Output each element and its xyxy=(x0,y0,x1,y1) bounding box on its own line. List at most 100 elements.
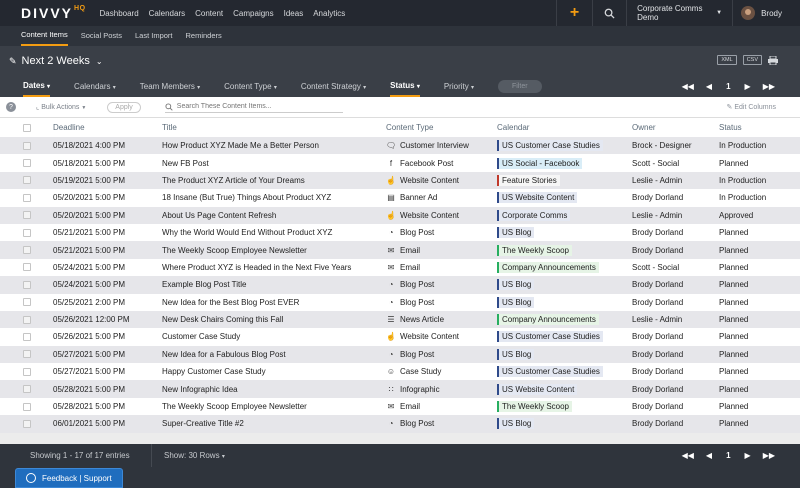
table-row[interactable]: 05/18/2021 5:00 PM New FB Post f Facebook P… xyxy=(0,154,800,172)
nav-ideas[interactable]: Ideas xyxy=(284,9,304,18)
row-title-link[interactable]: New Idea for the Best Blog Post EVER xyxy=(162,298,386,307)
first-page-icon[interactable]: ◀◀ xyxy=(682,82,694,91)
nav-dashboard[interactable]: Dashboard xyxy=(100,9,139,18)
filter-dates[interactable]: Dates ▾ xyxy=(23,76,51,97)
nav-campaigns[interactable]: Campaigns xyxy=(233,9,273,18)
row-checkbox[interactable] xyxy=(23,211,31,220)
row-checkbox[interactable] xyxy=(23,176,31,185)
table-row[interactable]: 05/24/2021 5:00 PM Example Blog Post Titl… xyxy=(0,276,800,294)
row-title-link[interactable]: The Weekly Scoop Employee Newsletter xyxy=(162,246,386,255)
calendar-tag[interactable]: US Blog xyxy=(497,418,535,430)
row-title-link[interactable]: New Idea for a Fabulous Blog Post xyxy=(162,350,386,359)
page-title[interactable]: Next 2 Weeks xyxy=(22,55,90,67)
filter-content-strategy[interactable]: Content Strategy ▾ xyxy=(301,76,366,97)
filter-content-type[interactable]: Content Type ▾ xyxy=(224,76,277,97)
nav-content[interactable]: Content xyxy=(195,9,223,18)
row-checkbox[interactable] xyxy=(23,402,31,411)
search-button[interactable] xyxy=(592,0,626,26)
calendar-tag[interactable]: Feature Stories xyxy=(497,174,560,186)
pencil-icon[interactable]: ✎ xyxy=(9,56,17,67)
calendar-tag[interactable]: US Blog xyxy=(497,279,535,291)
add-button[interactable]: + xyxy=(556,0,592,26)
table-row[interactable]: 05/20/2021 5:00 PM About Us Page Content … xyxy=(0,206,800,224)
row-title-link[interactable]: How Product XYZ Made Me a Better Person xyxy=(162,141,386,150)
divvyhq-logo[interactable]: DIVVY HQ xyxy=(21,5,86,21)
org-switcher[interactable]: Corporate Comms Demo ▼ xyxy=(626,0,732,26)
print-icon[interactable] xyxy=(768,55,778,65)
filter-team-members[interactable]: Team Members ▾ xyxy=(140,76,200,97)
table-row[interactable]: 05/24/2021 5:00 PM Where Product XYZ is H… xyxy=(0,258,800,277)
rows-per-page-dropdown[interactable]: Show: 30 Rows ▾ xyxy=(152,451,225,460)
select-all-checkbox[interactable] xyxy=(23,123,31,132)
row-checkbox[interactable] xyxy=(23,315,31,324)
row-title-link[interactable]: Super-Creative Title #2 xyxy=(162,419,386,428)
row-checkbox[interactable] xyxy=(23,332,31,341)
nav-calendars[interactable]: Calendars xyxy=(149,9,185,18)
search-input[interactable] xyxy=(176,103,337,110)
row-title-link[interactable]: Happy Customer Case Study xyxy=(162,367,386,376)
tab-last-import[interactable]: Last Import xyxy=(135,26,173,46)
filter-button[interactable]: Filter xyxy=(497,80,542,93)
header-calendar[interactable]: Calendar xyxy=(497,123,632,132)
header-deadline[interactable]: Deadline xyxy=(53,123,162,132)
table-row[interactable]: 05/21/2021 5:00 PM The Weekly Scoop Emplo… xyxy=(0,241,800,259)
header-title[interactable]: Title xyxy=(162,123,386,132)
row-checkbox[interactable] xyxy=(23,280,31,289)
row-checkbox[interactable] xyxy=(23,141,31,150)
help-icon[interactable]: ? xyxy=(6,102,16,112)
calendar-tag[interactable]: The Weekly Scoop xyxy=(497,401,572,413)
table-row[interactable]: 05/19/2021 5:00 PM The Product XYZ Articl… xyxy=(0,171,800,190)
calendar-tag[interactable]: US Customer Case Studies xyxy=(497,331,603,343)
calendar-tag[interactable]: US Blog xyxy=(497,296,535,308)
feedback-support-button[interactable]: Feedback | Support xyxy=(15,468,123,488)
calendar-tag[interactable]: US Blog xyxy=(497,348,535,360)
row-checkbox[interactable] xyxy=(23,385,31,394)
row-checkbox[interactable] xyxy=(23,246,31,255)
row-title-link[interactable]: 18 Insane (But True) Things About Produc… xyxy=(162,193,386,202)
calendar-tag[interactable]: Company Announcements xyxy=(497,261,599,273)
header-status[interactable]: Status xyxy=(719,123,799,132)
row-title-link[interactable]: Customer Case Study xyxy=(162,332,386,341)
calendar-tag[interactable]: US Customer Case Studies xyxy=(497,366,603,378)
next-page-icon[interactable]: ▶ xyxy=(745,451,751,460)
table-row[interactable]: 05/21/2021 5:00 PM Why the World Would En… xyxy=(0,223,800,242)
filter-priority[interactable]: Priority ▾ xyxy=(444,76,474,97)
calendar-tag[interactable]: US Social - Facebook xyxy=(497,157,583,169)
table-row[interactable]: 05/25/2021 2:00 PM New Idea for the Best … xyxy=(0,293,800,311)
nav-analytics[interactable]: Analytics xyxy=(313,9,345,18)
row-title-link[interactable]: Why the World Would End Without Product … xyxy=(162,228,386,237)
header-content-type[interactable]: Content Type xyxy=(386,123,497,132)
calendar-tag[interactable]: US Website Content xyxy=(497,192,578,204)
tab-content-items[interactable]: Content Items xyxy=(21,26,68,46)
table-row[interactable]: 05/27/2021 5:00 PM Happy Customer Case St… xyxy=(0,363,800,381)
apply-button[interactable]: Apply xyxy=(107,101,141,113)
table-row[interactable]: 05/28/2021 5:00 PM New Infographic Idea ∷ I… xyxy=(0,380,800,398)
table-row[interactable]: 05/18/2021 4:00 PM How Product XYZ Made M… xyxy=(0,137,800,155)
row-checkbox[interactable] xyxy=(23,228,31,237)
filter-status[interactable]: Status ▾ xyxy=(390,76,420,97)
tab-social-posts[interactable]: Social Posts xyxy=(81,26,122,46)
next-page-icon[interactable]: ▶ xyxy=(745,82,751,91)
row-title-link[interactable]: About Us Page Content Refresh xyxy=(162,211,386,220)
calendar-tag[interactable]: US Website Content xyxy=(497,383,578,395)
table-row[interactable]: 05/20/2021 5:00 PM 18 Insane (But True) T… xyxy=(0,189,800,207)
prev-page-icon[interactable]: ◀ xyxy=(706,82,712,91)
table-row[interactable]: 06/01/2021 5:00 PM Super-Creative Title #… xyxy=(0,415,800,433)
calendar-tag[interactable]: US Blog xyxy=(497,227,535,239)
table-row[interactable]: 05/28/2021 5:00 PM The Weekly Scoop Emplo… xyxy=(0,397,800,416)
calendar-tag[interactable]: Corporate Comms xyxy=(497,209,571,221)
table-row[interactable]: 05/27/2021 5:00 PM New Idea for a Fabulou… xyxy=(0,345,800,364)
edit-columns-link[interactable]: ✎ Edit Columns xyxy=(727,103,776,111)
row-title-link[interactable]: Example Blog Post Title xyxy=(162,280,386,289)
last-page-icon[interactable]: ▶▶ xyxy=(763,451,775,460)
filter-calendars[interactable]: Calendars ▾ xyxy=(74,76,116,97)
header-owner[interactable]: Owner xyxy=(632,123,719,132)
row-checkbox[interactable] xyxy=(23,350,31,359)
export-xml-button[interactable]: XML xyxy=(717,55,737,65)
row-title-link[interactable]: New Desk Chairs Coming this Fall xyxy=(162,315,386,324)
row-title-link[interactable]: New FB Post xyxy=(162,159,386,168)
calendar-tag[interactable]: US Customer Case Studies xyxy=(497,140,603,152)
row-checkbox[interactable] xyxy=(23,298,31,307)
row-checkbox[interactable] xyxy=(23,367,31,376)
prev-page-icon[interactable]: ◀ xyxy=(706,451,712,460)
